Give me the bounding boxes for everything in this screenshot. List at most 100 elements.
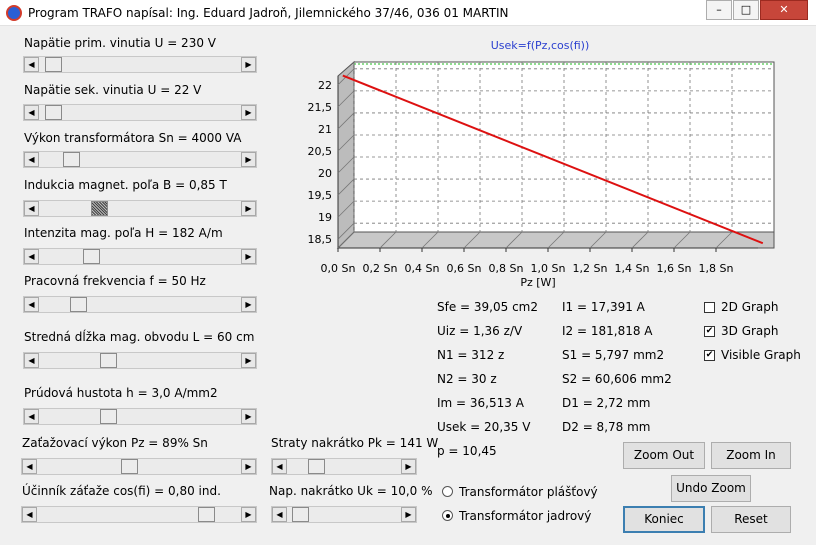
checkbox-2d-graph[interactable] [704, 302, 715, 313]
arrow-left-icon[interactable]: ◀ [24, 297, 39, 312]
result-sfe: Sfe = 39,05 cm2 [437, 300, 538, 314]
slider-thumb[interactable] [308, 459, 325, 474]
result-s2: S2 = 60,606 mm2 [562, 372, 672, 386]
label-transformer-power: Výkon transformátora Sn = 4000 VA [24, 131, 242, 145]
arrow-right-icon[interactable]: ▶ [241, 249, 256, 264]
arrow-left-icon[interactable]: ◀ [22, 507, 37, 522]
result-s1: S1 = 5,797 mm2 [562, 348, 665, 362]
zoom-out-button[interactable]: Zoom Out [623, 442, 705, 469]
result-im: Im = 36,513 A [437, 396, 524, 410]
slider-transformer-power[interactable]: ◀ ▶ [23, 151, 257, 168]
window-title: Program TRAFO napísal: Ing. Eduard Jadro… [28, 6, 509, 20]
arrow-right-icon[interactable]: ▶ [241, 507, 256, 522]
chart-x-tick-label: 0,6 Sn [447, 262, 482, 275]
slider-magnetic-induction[interactable]: ◀ ▶ [23, 200, 257, 217]
zoom-in-button[interactable]: Zoom In [711, 442, 791, 469]
chart-x-label: Pz [W] [520, 276, 555, 289]
chart-x-tick-label: 1,0 Sn [531, 262, 566, 275]
chart-y-tick-label: 18,5 [308, 233, 333, 246]
arrow-left-icon[interactable]: ◀ [24, 249, 39, 264]
arrow-left-icon[interactable]: ◀ [272, 459, 287, 474]
slider-secondary-voltage[interactable]: ◀ ▶ [23, 104, 257, 121]
usek-chart: 18,5 19 19,5 20 20,5 21 21,5 22 0,0 Sn 0,2 Sn 0,4 … [300, 39, 775, 289]
label-core-transformer[interactable]: Transformátor jadrový [459, 509, 591, 523]
result-i2: I2 = 181,818 A [562, 324, 653, 338]
chart-left-wall [337, 60, 355, 250]
chart-x-tick-label: 1,8 Sn [699, 262, 734, 275]
arrow-left-icon[interactable]: ◀ [22, 459, 37, 474]
slider-thumb[interactable] [70, 297, 87, 312]
chart-x-tick-label: 0,4 Sn [405, 262, 440, 275]
arrow-right-icon[interactable]: ▶ [241, 201, 256, 216]
slider-field-intensity[interactable]: ◀ ▶ [23, 248, 257, 265]
chart-x-tick-label: 0,8 Sn [489, 262, 524, 275]
undo-zoom-button[interactable]: Undo Zoom [671, 475, 751, 502]
slider-current-density[interactable]: ◀ ▶ [23, 408, 257, 425]
result-n1: N1 = 312 z [437, 348, 505, 362]
slider-thumb[interactable] [100, 353, 117, 368]
radio-dot [446, 514, 450, 518]
result-uiz: Uiz = 1,36 z/V [437, 324, 523, 338]
slider-thumb[interactable] [121, 459, 138, 474]
end-button[interactable]: Koniec [623, 506, 705, 533]
label-2d-graph[interactable]: 2D Graph [721, 300, 779, 314]
arrow-right-icon[interactable]: ▶ [241, 297, 256, 312]
app-icon [6, 5, 22, 21]
arrow-right-icon[interactable]: ▶ [241, 459, 256, 474]
arrow-right-icon[interactable]: ▶ [241, 409, 256, 424]
reset-button[interactable]: Reset [711, 506, 791, 533]
chart-y-label: Usek [V] [300, 141, 301, 188]
chart-y-tick-label: 20,5 [308, 145, 333, 158]
slider-thumb[interactable] [91, 201, 108, 216]
arrow-right-icon[interactable]: ▶ [401, 507, 416, 522]
slider-thumb[interactable] [45, 105, 62, 120]
slider-thumb[interactable] [63, 152, 80, 167]
slider-power-factor[interactable]: ◀ ▶ [21, 506, 257, 523]
slider-thumb[interactable] [83, 249, 100, 264]
arrow-left-icon[interactable]: ◀ [24, 57, 39, 72]
arrow-left-icon[interactable]: ◀ [24, 201, 39, 216]
chart-y-tick-label: 21,5 [308, 101, 333, 114]
arrow-right-icon[interactable]: ▶ [241, 152, 256, 167]
label-visible-graph[interactable]: Visible Graph [721, 348, 801, 362]
slider-thumb[interactable] [45, 57, 62, 72]
result-n2: N2 = 30 z [437, 372, 497, 386]
slider-frequency[interactable]: ◀ ▶ [23, 296, 257, 313]
minimize-button[interactable]: – [706, 0, 732, 20]
label-3d-graph[interactable]: 3D Graph [721, 324, 779, 338]
slider-thumb[interactable] [292, 507, 309, 522]
slider-thumb[interactable] [100, 409, 117, 424]
slider-magnetic-path-length[interactable]: ◀ ▶ [23, 352, 257, 369]
arrow-left-icon[interactable]: ◀ [24, 152, 39, 167]
label-shell-transformer[interactable]: Transformátor plášťový [459, 485, 598, 499]
radio-shell-transformer[interactable] [442, 486, 453, 497]
arrow-right-icon[interactable]: ▶ [241, 57, 256, 72]
checkbox-3d-graph[interactable]: ✔ [704, 326, 715, 337]
chart-title: Usek=f(Pz,cos(fi)) [491, 39, 590, 52]
arrow-right-icon[interactable]: ▶ [241, 353, 256, 368]
slider-thumb[interactable] [198, 507, 215, 522]
arrow-left-icon[interactable]: ◀ [272, 507, 287, 522]
result-usek: Usek = 20,35 V [437, 420, 531, 434]
label-power-factor: Účinník záťaže cos(fi) = 0,80 ind. [22, 484, 221, 498]
arrow-right-icon[interactable]: ▶ [241, 105, 256, 120]
title-bar: Program TRAFO napísal: Ing. Eduard Jadro… [0, 0, 816, 26]
slider-short-circuit-voltage[interactable]: ◀ ▶ [271, 506, 417, 523]
chart-y-tick-label: 19 [318, 211, 332, 224]
maximize-button[interactable]: □ [733, 0, 759, 20]
arrow-left-icon[interactable]: ◀ [24, 409, 39, 424]
label-short-circuit-voltage: Nap. nakrátko Uk = 10,0 % [269, 484, 433, 498]
label-short-circuit-losses: Straty nakrátko Pk = 141 W [271, 436, 439, 450]
arrow-left-icon[interactable]: ◀ [24, 353, 39, 368]
close-button[interactable]: ✕ [760, 0, 808, 20]
label-current-density: Prúdová hustota h = 3,0 A/mm2 [24, 386, 218, 400]
checkbox-visible-graph[interactable]: ✔ [704, 350, 715, 361]
slider-load-power[interactable]: ◀ ▶ [21, 458, 257, 475]
slider-short-circuit-losses[interactable]: ◀ ▶ [271, 458, 417, 475]
radio-core-transformer[interactable] [442, 510, 453, 521]
arrow-right-icon[interactable]: ▶ [401, 459, 416, 474]
slider-primary-voltage[interactable]: ◀ ▶ [23, 56, 257, 73]
arrow-left-icon[interactable]: ◀ [24, 105, 39, 120]
result-i1: I1 = 17,391 A [562, 300, 645, 314]
label-field-intensity: Intenzita mag. poľa H = 182 A/m [24, 226, 223, 240]
